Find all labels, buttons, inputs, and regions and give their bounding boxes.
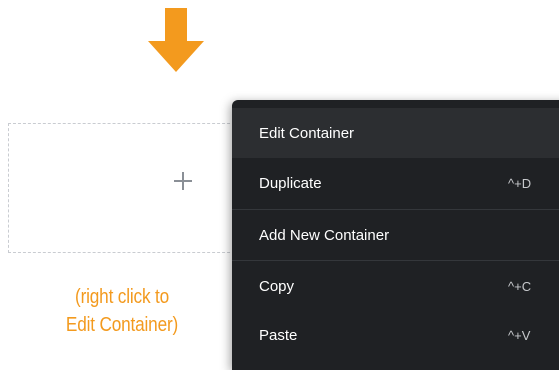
menu-item-duplicate[interactable]: Duplicate ^+D bbox=[232, 158, 559, 208]
menu-item-label: Copy bbox=[259, 277, 295, 295]
caption-line-1: (right click to bbox=[75, 286, 169, 308]
menu-item-shortcut: ^+C bbox=[508, 278, 532, 294]
menu-item-label: Add New Container bbox=[259, 226, 390, 244]
menu-item-label: Paste bbox=[259, 326, 298, 344]
menu-item-copy[interactable]: Copy ^+C bbox=[232, 261, 559, 311]
caption-line-2: Edit Container) bbox=[65, 314, 179, 336]
menu-item-edit-container[interactable]: Edit Container bbox=[232, 108, 559, 158]
menu-item-label: Duplicate bbox=[259, 174, 322, 192]
menu-item-paste[interactable]: Paste ^+V bbox=[232, 310, 559, 360]
menu-item-add-new-container[interactable]: Add New Container bbox=[232, 210, 559, 260]
arrow-down-icon bbox=[148, 8, 204, 72]
menu-item-label: Edit Container bbox=[259, 124, 355, 142]
menu-item-shortcut: ^+D bbox=[508, 175, 532, 191]
plus-icon[interactable] bbox=[172, 170, 194, 192]
context-menu: Edit Container Duplicate ^+D Add New Con… bbox=[232, 100, 559, 370]
empty-container[interactable] bbox=[8, 123, 240, 253]
instruction-caption: (right click to Edit Container) bbox=[36, 283, 208, 339]
menu-item-shortcut: ^+V bbox=[508, 327, 531, 343]
